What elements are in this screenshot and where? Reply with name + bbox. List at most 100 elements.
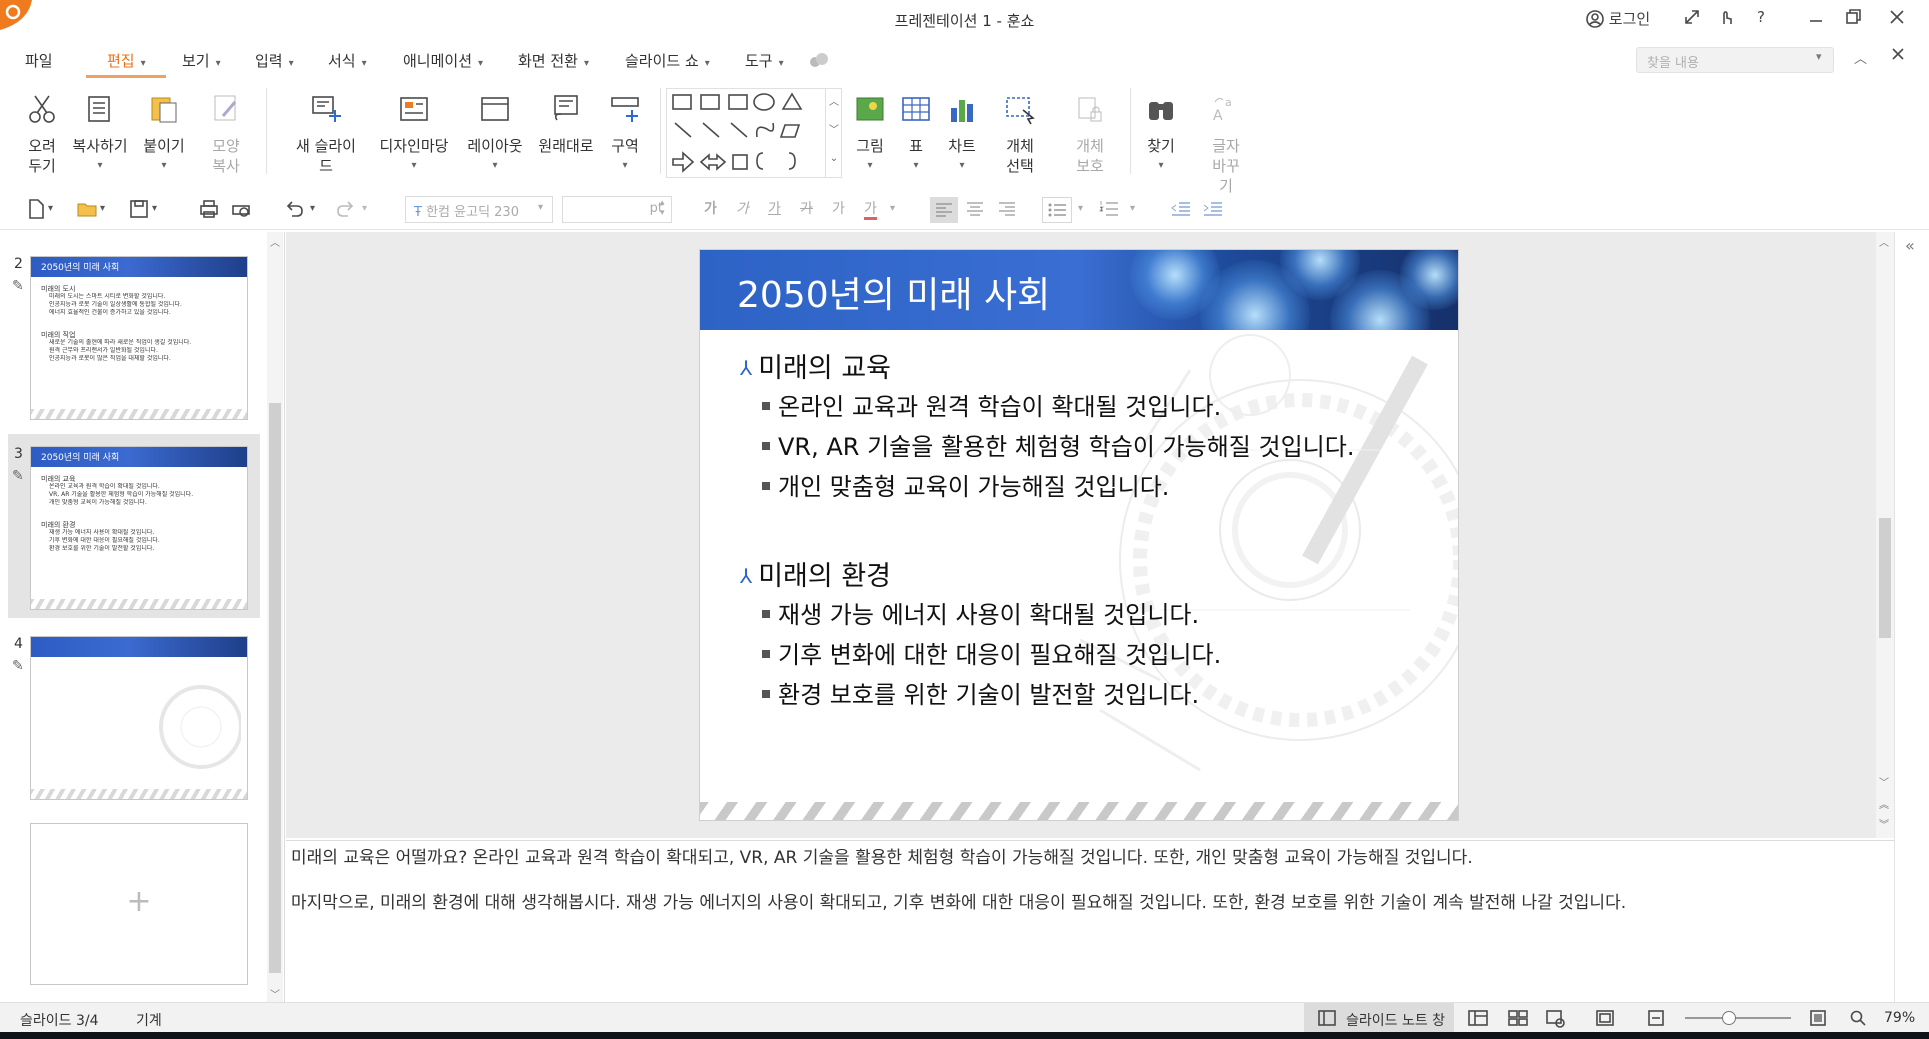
cut-button[interactable]: 오려 두기	[14, 80, 70, 180]
section-heading[interactable]: ⅄ 미래의 환경	[740, 554, 891, 593]
table-button[interactable]: 표 ▾	[896, 80, 936, 180]
chevron-down-icon[interactable]: ▾	[1078, 203, 1083, 227]
chevron-down-icon[interactable]: ▾	[362, 203, 367, 227]
numbered-list-icon[interactable]	[1098, 198, 1120, 222]
fit-slide-icon[interactable]	[1596, 1010, 1614, 1030]
slideshow-icon[interactable]	[1546, 1010, 1566, 1032]
chevron-up-icon[interactable]: ︿	[1854, 48, 1867, 67]
slide-thumbnail-4[interactable]	[30, 636, 248, 800]
slide-notes-pane[interactable]: 미래의 교육은 어떨까요? 온라인 교육과 원격 학습이 확대되고, VR, A…	[286, 840, 1894, 1002]
help-button[interactable]: ?	[1757, 8, 1765, 26]
font-color-button[interactable]: 가	[864, 198, 877, 220]
bold-button[interactable]: 가	[704, 198, 717, 222]
zoom-out-icon[interactable]	[1648, 1010, 1664, 1030]
bullet-item[interactable]: 기후 변화에 대한 대응이 필요해질 것입니다.	[762, 635, 1221, 670]
expand-panel-icon[interactable]: «	[1905, 236, 1915, 255]
chevron-down-icon[interactable]: ▾	[310, 203, 315, 227]
open-folder-icon[interactable]	[76, 198, 98, 222]
fit-window-icon[interactable]	[1810, 1010, 1826, 1030]
font-name-select[interactable]: Ŧ 한컴 윤고딕 230	[405, 196, 553, 223]
menu-file[interactable]: 파일	[25, 50, 53, 71]
section-heading[interactable]: ⅄ 미래의 교육	[740, 346, 891, 385]
increase-indent-icon[interactable]	[1202, 198, 1224, 222]
menu-animation[interactable]: 애니메이션 ▾	[403, 50, 483, 71]
slide-thumbnail-2[interactable]: 2050년의 미래 사회 미래의 도시 미래의 도시는 스마트 시티로 변화할 …	[30, 256, 248, 420]
add-slide-placeholder[interactable]: +	[30, 823, 248, 985]
notes-text[interactable]: 미래의 교육은 어떨까요? 온라인 교육과 원격 학습이 확대되고, VR, A…	[291, 847, 1891, 937]
protect-object-button[interactable]: 개체 보호	[1062, 80, 1118, 180]
section-button[interactable]: 구역 ▾	[600, 80, 650, 180]
italic-button[interactable]: 가	[736, 198, 749, 222]
undo-icon[interactable]	[284, 198, 304, 222]
scroll-up-icon[interactable]: ︿	[270, 234, 280, 249]
search-input[interactable]: 찾을 내용	[1636, 47, 1834, 73]
notes-view-toggle[interactable]: 슬라이드 노트 창	[1304, 1003, 1454, 1033]
normal-view-icon[interactable]	[1468, 1010, 1488, 1030]
zoom-level[interactable]: 79%	[1884, 1010, 1915, 1026]
cloud-share-icon[interactable]	[808, 52, 830, 72]
bullet-item[interactable]: VR, AR 기술을 활용한 체험형 학습이 가능해질 것입니다.	[762, 427, 1354, 462]
replace-button[interactable]: aA 글자 바꾸기	[1196, 80, 1256, 195]
chart-button[interactable]: 차트 ▾	[940, 80, 984, 180]
menu-view[interactable]: 보기 ▾	[182, 50, 221, 71]
zoom-search-icon[interactable]	[1850, 1010, 1866, 1030]
reset-button[interactable]: 원래대로	[534, 80, 598, 180]
thumbnail-scrollbar-thumb[interactable]	[269, 403, 281, 973]
scroll-down-icon[interactable]: ﹀	[270, 986, 280, 1001]
chevron-down-icon[interactable]: ▾	[152, 203, 157, 227]
bullet-item[interactable]: 개인 맞춤형 교육이 가능해질 것입니다.	[762, 467, 1169, 502]
chevron-down-icon[interactable]: ▾	[1130, 203, 1135, 227]
slide-thumbnail-3[interactable]: 2050년의 미래 사회 미래의 교육 온라인 교육과 원격 학습이 확대될 것…	[30, 446, 248, 610]
slide-title[interactable]: 2050년의 미래 사회	[737, 266, 1050, 318]
shadow-button[interactable]: 가	[832, 198, 845, 222]
bullet-item[interactable]: 환경 보호를 위한 기술이 발전할 것입니다.	[762, 675, 1199, 710]
underline-button[interactable]: 가	[768, 198, 781, 222]
strikethrough-button[interactable]: 가	[800, 198, 813, 222]
login-button[interactable]: 로그인	[1586, 8, 1650, 29]
align-left-button[interactable]	[930, 197, 958, 223]
close-window-button[interactable]	[1889, 8, 1905, 30]
chevron-down-icon[interactable]: ▾	[1816, 50, 1822, 63]
bullet-item[interactable]: 재생 가능 에너지 사용이 확대될 것입니다.	[762, 595, 1199, 630]
bullet-item[interactable]: 온라인 교육과 원격 학습이 확대될 것입니다.	[762, 387, 1221, 422]
save-icon[interactable]	[128, 198, 150, 222]
chevron-down-icon[interactable]: ▾	[538, 202, 543, 213]
design-button[interactable]: 디자인마당 ▾	[378, 80, 450, 180]
menu-transition[interactable]: 화면 전환 ▾	[518, 50, 589, 71]
paste-button[interactable]: 붙이기 ▾	[136, 80, 192, 180]
chevron-down-icon[interactable]: ▾	[890, 203, 895, 227]
current-slide[interactable]: 2050년의 미래 사회 ⅄ 미래의 교육 온라인 교육과 원격 학습이 확대될 …	[700, 250, 1458, 820]
select-object-button[interactable]: 개체 선택	[992, 80, 1048, 180]
format-copy-button[interactable]: 모양 복사	[198, 80, 254, 180]
bullet-list-button[interactable]	[1042, 197, 1072, 223]
menu-tools[interactable]: 도구 ▾	[745, 50, 784, 71]
new-document-icon[interactable]	[26, 198, 46, 222]
menu-edit[interactable]: 편집 ▾	[107, 50, 146, 71]
layout-button[interactable]: 레이아웃 ▾	[462, 80, 528, 180]
print-preview-icon[interactable]	[230, 198, 252, 222]
print-icon[interactable]	[198, 198, 220, 222]
gallery-scroll-buttons[interactable]: ︿ ﹀ ⌄	[825, 89, 842, 177]
new-slide-button[interactable]: 새 슬라이드	[290, 80, 362, 180]
font-size-spinner[interactable]: ▴ ▾	[660, 198, 665, 218]
scroll-up-icon[interactable]: ︿	[1879, 234, 1889, 249]
restore-button[interactable]	[1845, 8, 1861, 30]
chevron-down-icon[interactable]: ▾	[48, 203, 53, 227]
next-slide-icon[interactable]: ︾	[1879, 816, 1889, 831]
redo-icon[interactable]	[336, 198, 356, 222]
fullscreen-icon[interactable]	[1683, 8, 1701, 30]
canvas-scrollbar-thumb[interactable]	[1879, 518, 1891, 638]
picture-button[interactable]: 그림 ▾	[848, 80, 892, 180]
find-button[interactable]: 찾기 ▾	[1136, 80, 1186, 180]
decrease-indent-icon[interactable]	[1170, 198, 1192, 222]
align-center-icon[interactable]	[964, 198, 986, 222]
touch-mode-icon[interactable]	[1717, 8, 1735, 30]
previous-slide-icon[interactable]: ︽	[1879, 796, 1889, 811]
minimize-button[interactable]	[1808, 8, 1824, 30]
scroll-down-icon[interactable]: ﹀	[1879, 774, 1889, 789]
menu-format[interactable]: 서식 ▾	[328, 50, 367, 71]
align-right-icon[interactable]	[996, 198, 1018, 222]
menu-slideshow[interactable]: 슬라이드 쇼 ▾	[625, 50, 710, 71]
slide-sorter-icon[interactable]	[1508, 1010, 1528, 1030]
menu-insert[interactable]: 입력 ▾	[255, 50, 294, 71]
